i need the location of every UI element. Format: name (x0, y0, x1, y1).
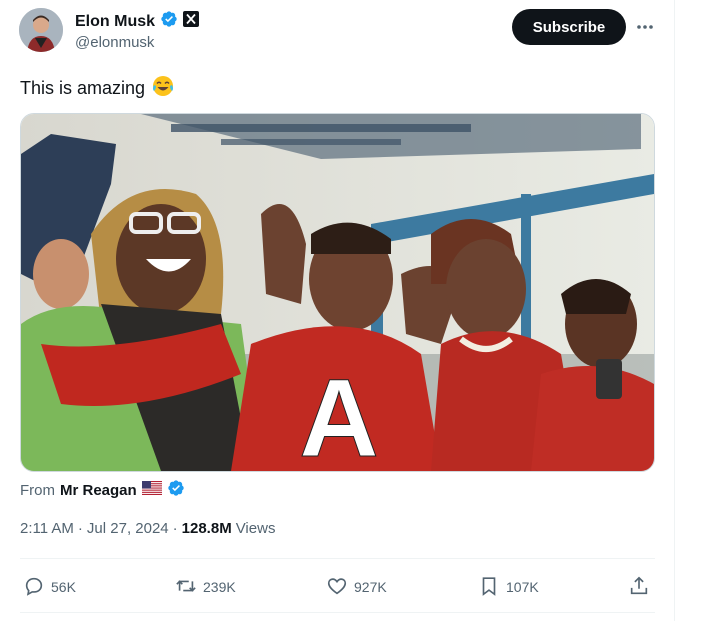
repost-count: 239K (203, 579, 236, 595)
tweet-date[interactable]: Jul 27, 2024 (87, 520, 169, 537)
tweet-time[interactable]: 2:11 AM (20, 520, 74, 537)
like-count: 927K (354, 579, 387, 595)
source-name[interactable]: Mr Reagan (60, 482, 137, 499)
x-affiliate-icon (183, 11, 200, 32)
face-with-tears-of-joy-icon (151, 74, 175, 103)
like-button[interactable]: 927K (326, 573, 387, 601)
reply-count: 56K (51, 579, 76, 595)
author-name[interactable]: Elon Musk (75, 13, 155, 31)
action-bar: 56K 239K 927K 107K (20, 573, 660, 601)
bookmark-count: 107K (506, 579, 539, 595)
meta-separator: · (77, 520, 83, 537)
tweet-text-content: This is amazing (20, 78, 146, 98)
divider-top (20, 558, 655, 559)
source-attribution: From Mr Reagan (20, 479, 185, 501)
bookmark-icon (478, 575, 500, 600)
source-verified-badge-icon (167, 479, 185, 501)
verified-badge-icon (160, 10, 178, 33)
reply-button[interactable]: 56K (23, 573, 76, 601)
more-options-icon[interactable] (630, 13, 660, 41)
repost-icon (175, 575, 197, 600)
repost-button[interactable]: 239K (175, 573, 236, 601)
divider-bottom (20, 612, 655, 613)
meta-separator: · (172, 520, 178, 537)
author-handle[interactable]: @elonmusk (75, 34, 154, 51)
subscribe-button[interactable]: Subscribe (512, 9, 626, 45)
video-caption-letter: A (299, 357, 378, 471)
tweet-container: Elon Musk @elonmusk Subscribe This is am… (0, 0, 675, 621)
author-name-row: Elon Musk (75, 10, 200, 33)
heart-icon (326, 575, 348, 600)
avatar[interactable] (19, 8, 63, 52)
tweet-meta: 2:11 AM · Jul 27, 2024 · 128.8M Views (20, 520, 275, 537)
share-icon (628, 575, 650, 600)
source-prefix: From (20, 481, 55, 499)
us-flag-icon (141, 481, 162, 499)
share-button[interactable] (628, 573, 650, 601)
tweet-text: This is amazing (20, 74, 175, 103)
reply-icon (23, 575, 45, 600)
bookmark-button[interactable]: 107K (478, 573, 539, 601)
tweet-video[interactable]: A (20, 113, 655, 472)
views-label: Views (235, 520, 276, 537)
views-count: 128.8M (181, 520, 232, 537)
